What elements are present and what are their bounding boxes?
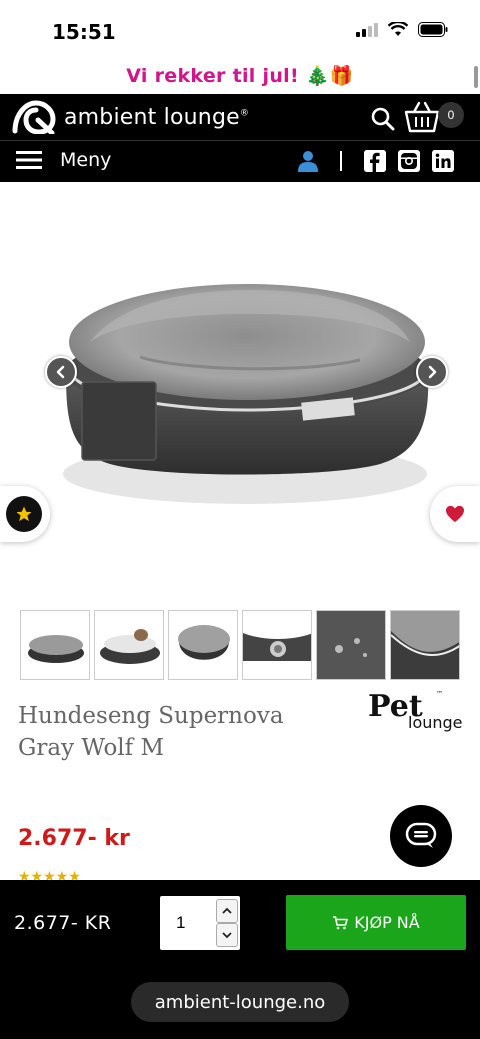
basket-icon[interactable]: [404, 100, 440, 134]
cart-count-badge[interactable]: 0: [438, 102, 464, 128]
account-icon[interactable]: [298, 150, 318, 172]
nav-actions: [298, 150, 454, 172]
status-bar: 15:51: [0, 0, 480, 56]
wishlist-fab[interactable]: [430, 486, 480, 542]
carousel-prev-button[interactable]: [45, 356, 77, 388]
pet-lounge-logo: Pet lounge ™: [366, 686, 466, 732]
sticky-buy-bar: 2.677- KR KJØP NÅ ambient-lounge.no: [0, 880, 480, 1039]
product-title: Hundeseng Supernova Gray Wolf M: [18, 703, 284, 761]
chevron-left-icon: [56, 365, 65, 379]
rating-stars[interactable]: ★★★★★: [18, 868, 458, 880]
star-icon: [16, 506, 32, 522]
facebook-icon[interactable]: [364, 150, 386, 172]
search-icon[interactable]: [370, 106, 396, 132]
quantity-input[interactable]: [160, 896, 216, 950]
nav-divider: [340, 151, 342, 171]
carousel-next-button[interactable]: [416, 356, 448, 388]
thumbnail-2[interactable]: [94, 610, 164, 680]
menu-button[interactable]: Meny: [16, 149, 111, 171]
thumbnail-6[interactable]: [390, 610, 460, 680]
quantity-stepper: [160, 896, 240, 950]
thumbnail-3[interactable]: [168, 610, 238, 680]
wifi-icon: [388, 22, 408, 36]
svg-text:™: ™: [436, 690, 443, 698]
battery-icon: [418, 22, 448, 37]
thumbnail-4[interactable]: [242, 610, 312, 680]
heart-icon: [446, 505, 464, 523]
thumbnail-1[interactable]: [20, 610, 90, 680]
status-time: 15:51: [52, 20, 116, 44]
logo-text: ambient lounge®: [64, 104, 250, 130]
linkedin-icon[interactable]: [432, 150, 454, 172]
cart-icon: [333, 915, 349, 929]
instagram-icon[interactable]: [398, 150, 420, 172]
menu-label: Meny: [60, 149, 112, 171]
site-header: ambient lounge® 0: [0, 94, 480, 140]
chevron-down-icon: [222, 932, 232, 939]
chat-button[interactable]: [390, 805, 452, 867]
buy-now-label: KJØP NÅ: [354, 913, 420, 932]
thumbnail-5[interactable]: [316, 610, 386, 680]
ambient-lounge-logo-icon: [12, 100, 56, 134]
chevron-up-icon: [222, 907, 232, 914]
product-main-image: [63, 284, 429, 504]
page-scrollbar[interactable]: [474, 66, 478, 88]
buy-now-button[interactable]: KJØP NÅ: [286, 895, 466, 950]
site-logo[interactable]: ambient lounge®: [12, 97, 249, 137]
product-price: 2.677- kr: [18, 826, 130, 851]
svg-text:lounge: lounge: [408, 713, 463, 732]
promo-banner[interactable]: Vi rekker til jul! 🎄🎁: [0, 56, 480, 94]
nav-bar: Meny: [0, 140, 480, 182]
chevron-right-icon: [428, 365, 437, 379]
status-icons: [356, 22, 448, 37]
hamburger-icon: [16, 151, 42, 169]
thumbnail-strip: [20, 610, 462, 682]
reviews-badge: [6, 496, 42, 532]
browser-url-bar[interactable]: ambient-lounge.no: [131, 982, 349, 1022]
product-image-carousel[interactable]: [0, 182, 480, 602]
sticky-price: 2.677- KR: [14, 912, 112, 934]
quantity-decrease-button[interactable]: [216, 923, 238, 947]
quantity-increase-button[interactable]: [216, 899, 238, 923]
chat-icon: [405, 822, 437, 848]
signal-icon: [356, 22, 378, 37]
